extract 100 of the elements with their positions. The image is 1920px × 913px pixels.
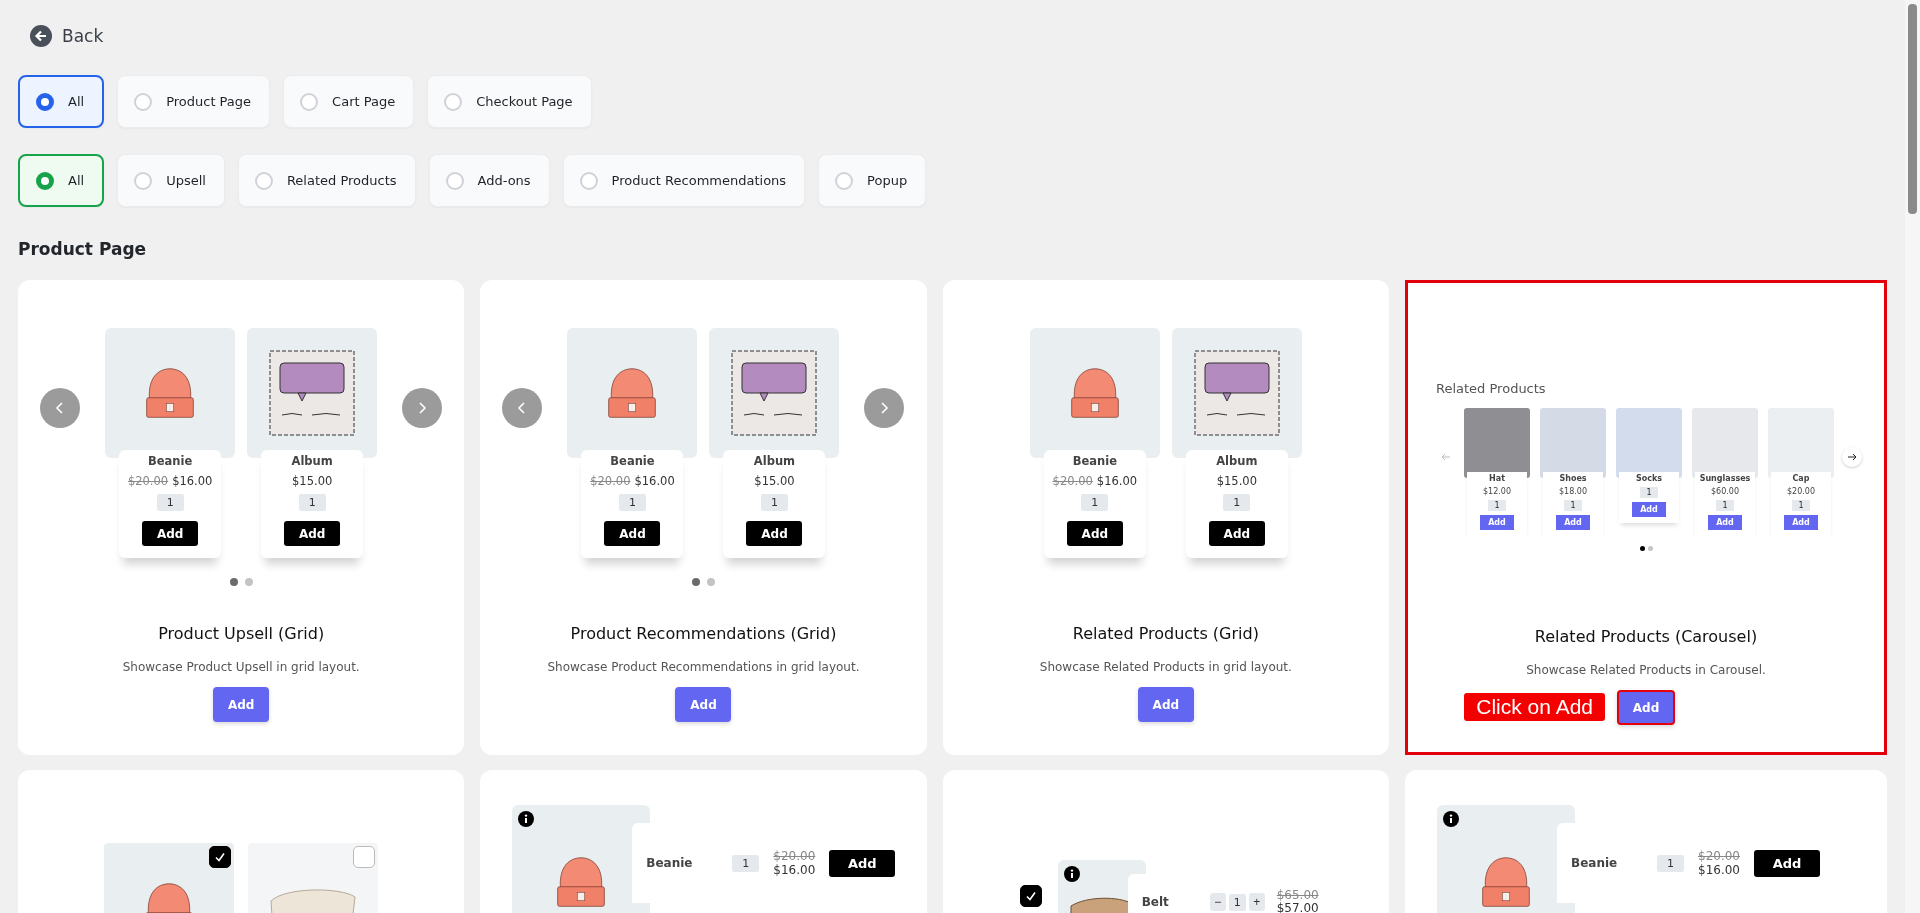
quantity-field[interactable]: 1 [1081, 494, 1109, 511]
add-template-button[interactable]: Add [1137, 687, 1194, 722]
quantity-field[interactable]: 1 [1488, 500, 1506, 511]
check-icon [1024, 890, 1037, 902]
price: $20.00 [1787, 487, 1815, 496]
price: $12.00 [1483, 487, 1511, 496]
add-template-button[interactable]: Add [1617, 690, 1675, 725]
add-to-cart-button[interactable]: Add [1480, 515, 1514, 530]
previous-button[interactable] [40, 388, 81, 428]
quantity-field[interactable]: 1 [1640, 487, 1658, 498]
annotation-callout: Click on Add [1464, 693, 1605, 721]
template-description: Showcase Product Upsell in grid layout. [122, 660, 360, 674]
old-price: $20.00 [127, 474, 169, 488]
quantity-field[interactable]: 1 [1223, 494, 1251, 511]
quantity-field[interactable]: 1 [1792, 500, 1810, 511]
product-name: Album [753, 454, 796, 468]
filter-option[interactable]: Cart Page [283, 75, 415, 128]
add-to-cart-button[interactable]: Add [1556, 515, 1590, 530]
increase-button[interactable]: + [1248, 893, 1265, 911]
back-link[interactable]: Back [30, 25, 104, 47]
check-icon [214, 851, 227, 863]
old-price: $20.00 [1052, 474, 1093, 488]
add-to-cart-button[interactable]: Add [829, 849, 896, 877]
add-to-cart-button[interactable]: Add [1708, 515, 1742, 530]
filter-option[interactable]: Popup [818, 154, 927, 207]
filter-option[interactable]: Checkout Page [427, 75, 592, 128]
product-name: Cap [1792, 474, 1810, 483]
add-template-button[interactable]: Add [675, 687, 732, 722]
add-to-cart-button[interactable]: Add [142, 521, 199, 546]
quantity-field[interactable]: 1 [732, 854, 760, 872]
checkbox[interactable] [209, 846, 232, 868]
previous-button[interactable] [502, 388, 543, 428]
checkbox[interactable] [1019, 885, 1042, 907]
product-name: Socks [1635, 474, 1663, 483]
price: $18.00 [1559, 487, 1587, 496]
next-button[interactable] [402, 388, 443, 428]
price: $15.00 [754, 474, 795, 488]
price: $16.00 [773, 863, 816, 877]
old-price: $20.00 [590, 474, 631, 488]
price: $15.00 [1216, 474, 1257, 488]
checkbox[interactable] [353, 846, 376, 868]
price: $16.00 [172, 474, 213, 488]
back-label: Back [62, 26, 104, 46]
quantity-field[interactable]: 1 [156, 494, 184, 511]
product-name: Belt [1141, 895, 1170, 909]
section-title: Product Page [18, 239, 148, 259]
add-template-button[interactable]: Add [213, 687, 270, 722]
info-icon[interactable] [1063, 866, 1080, 882]
add-to-cart-button[interactable]: Add [1208, 521, 1265, 546]
quantity-field[interactable]: 1 [1228, 893, 1246, 911]
filter-option[interactable]: Add-ons [428, 154, 550, 207]
quantity-field[interactable]: 1 [1716, 500, 1734, 511]
filter-option[interactable]: Upsell [117, 154, 225, 207]
filter-option[interactable]: All [18, 75, 105, 128]
product-name: Sunglasses [1699, 474, 1751, 483]
info-icon[interactable] [518, 811, 535, 827]
price: $16.00 [1698, 863, 1740, 877]
scrollbar[interactable] [1905, 0, 1920, 913]
filter-option[interactable]: Product Page [117, 75, 271, 128]
carousel-dot[interactable] [1639, 546, 1645, 551]
carousel-dot[interactable] [707, 578, 715, 586]
product-name: Hat [1489, 474, 1505, 483]
filter-option[interactable]: Product Recommendations [562, 154, 806, 207]
quantity-field[interactable]: 1 [1564, 500, 1582, 511]
template-description: Showcase Related Products in Carousel. [1526, 663, 1766, 677]
old-price: $65.00 [1276, 889, 1319, 902]
add-to-cart-button[interactable]: Add [604, 521, 661, 546]
quantity-field[interactable]: 1 [619, 494, 646, 511]
add-to-cart-button[interactable]: Add [1066, 521, 1123, 546]
product-name: Album [291, 454, 333, 468]
carousel-dot[interactable] [692, 578, 700, 586]
product-name: Shoes [1559, 474, 1587, 483]
add-to-cart-button[interactable]: Add [284, 521, 341, 546]
info-icon[interactable] [1443, 811, 1459, 827]
filter-option[interactable]: All [18, 154, 105, 207]
carousel-dot[interactable] [244, 578, 253, 586]
filter-option[interactable]: Related Products [237, 154, 416, 207]
decrease-button[interactable]: − [1209, 893, 1226, 911]
quantity-field[interactable]: 1 [298, 494, 326, 511]
price: $16.00 [634, 474, 675, 488]
add-to-cart-button[interactable]: Add [1754, 849, 1820, 877]
next-button[interactable] [864, 388, 905, 428]
carousel-dot[interactable] [1647, 546, 1653, 551]
old-price: $20.00 [773, 849, 816, 863]
quantity-field[interactable]: 1 [1657, 854, 1684, 872]
template-description: Showcase Product Recommendations in grid layout. [547, 660, 860, 674]
template-title: Product Upsell (Grid) [158, 624, 325, 643]
price: $57.00 [1276, 902, 1319, 913]
add-to-cart-button[interactable]: Add [746, 521, 803, 546]
carousel-heading: Related Products [1436, 381, 1546, 396]
add-to-cart-button[interactable]: Add [1632, 502, 1666, 517]
template-description: Showcase Related Products in grid layout. [1039, 660, 1292, 674]
carousel-dot[interactable] [229, 578, 238, 586]
price: $15.00 [292, 474, 333, 488]
template-title: Product Recommendations (Grid) [570, 624, 837, 643]
product-name: Beanie [610, 454, 655, 468]
add-to-cart-button[interactable]: Add [1784, 515, 1818, 530]
quantity-field[interactable]: 1 [761, 494, 788, 511]
product-name: Beanie [1072, 454, 1117, 468]
product-name: Album [1216, 454, 1258, 468]
